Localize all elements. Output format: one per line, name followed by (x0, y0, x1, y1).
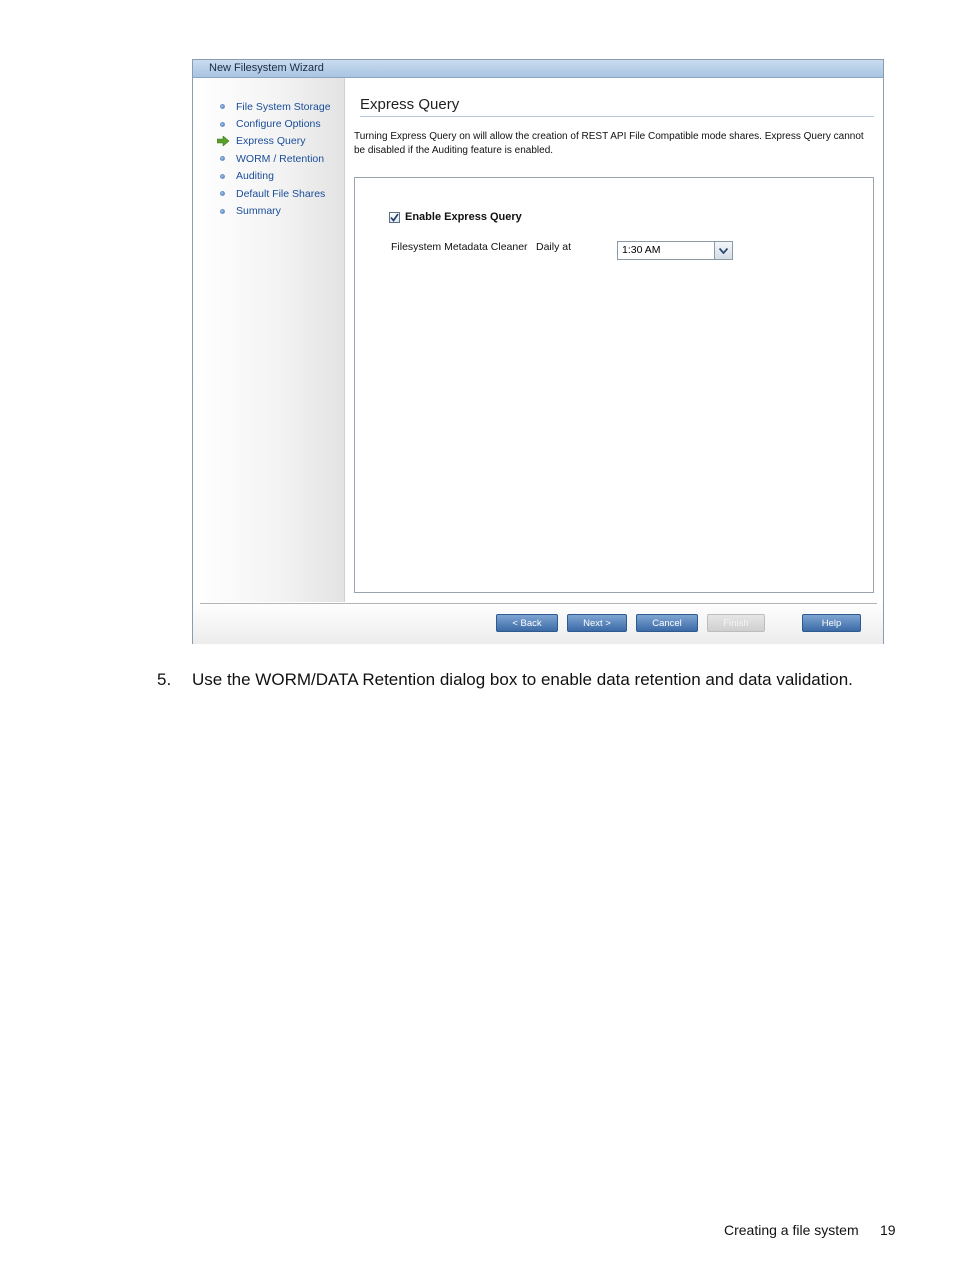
step-worm-retention[interactable]: WORM / Retention (217, 150, 331, 167)
wizard-button-bar: < Back Next > Cancel Finish Help (193, 602, 883, 644)
step-summary[interactable]: Summary (217, 202, 331, 219)
current-step-arrow-icon (217, 136, 236, 147)
checkbox-label: Enable Express Query (405, 211, 522, 223)
step-auditing[interactable]: Auditing (217, 168, 331, 185)
step-label: Express Query (236, 135, 306, 148)
step-bullet-icon (217, 208, 236, 214)
step-file-system-storage[interactable]: File System Storage (217, 98, 331, 115)
step-label: Auditing (236, 170, 274, 183)
page-title: Express Query (360, 96, 874, 117)
wizard-step-sidebar: File System Storage Configure Options Ex… (193, 78, 345, 602)
step-bullet-icon (217, 191, 236, 197)
step-default-file-shares[interactable]: Default File Shares (217, 185, 331, 202)
checkbox-checked-icon[interactable] (389, 211, 400, 223)
step-label: File System Storage (236, 100, 331, 113)
wizard-step-list: File System Storage Configure Options Ex… (217, 98, 331, 220)
footer-section-title: Creating a file system (724, 1222, 859, 1238)
settings-panel: Enable Express Query Filesystem Metadata… (354, 177, 874, 593)
step-configure-options[interactable]: Configure Options (217, 115, 331, 132)
selected-time-value: 1:30 AM (622, 244, 661, 256)
enable-express-query-checkbox[interactable]: Enable Express Query (389, 211, 522, 223)
cancel-button[interactable]: Cancel (636, 614, 698, 632)
next-button[interactable]: Next > (567, 614, 627, 632)
back-button[interactable]: < Back (496, 614, 558, 632)
step-label: WORM / Retention (236, 152, 325, 165)
step-text: Use the WORM/DATA Retention dialog box t… (192, 670, 853, 689)
chevron-down-icon[interactable] (714, 242, 732, 259)
step-label: Default File Shares (236, 187, 326, 200)
cleaner-time-select[interactable]: 1:30 AM (617, 241, 733, 260)
schedule-label: Daily at (536, 241, 572, 253)
step-bullet-icon (217, 121, 236, 127)
step-express-query[interactable]: Express Query (217, 133, 331, 150)
page-number: 19 (880, 1222, 896, 1238)
metadata-cleaner-label: Filesystem Metadata Cleaner (391, 241, 528, 253)
help-button[interactable]: Help (802, 614, 861, 632)
step-label: Configure Options (236, 118, 321, 131)
new-filesystem-wizard-window: New Filesystem Wizard File System Storag… (192, 59, 884, 644)
page-description: Turning Express Query on will allow the … (354, 131, 864, 156)
step-bullet-icon (217, 104, 236, 110)
step-label: Summary (236, 205, 281, 218)
step-number: 5. (157, 670, 172, 689)
step-bullet-icon (217, 156, 236, 162)
step-bullet-icon (217, 173, 236, 179)
finish-button[interactable]: Finish (707, 614, 765, 632)
window-title: New Filesystem Wizard (193, 60, 883, 78)
footer-divider (200, 603, 877, 604)
